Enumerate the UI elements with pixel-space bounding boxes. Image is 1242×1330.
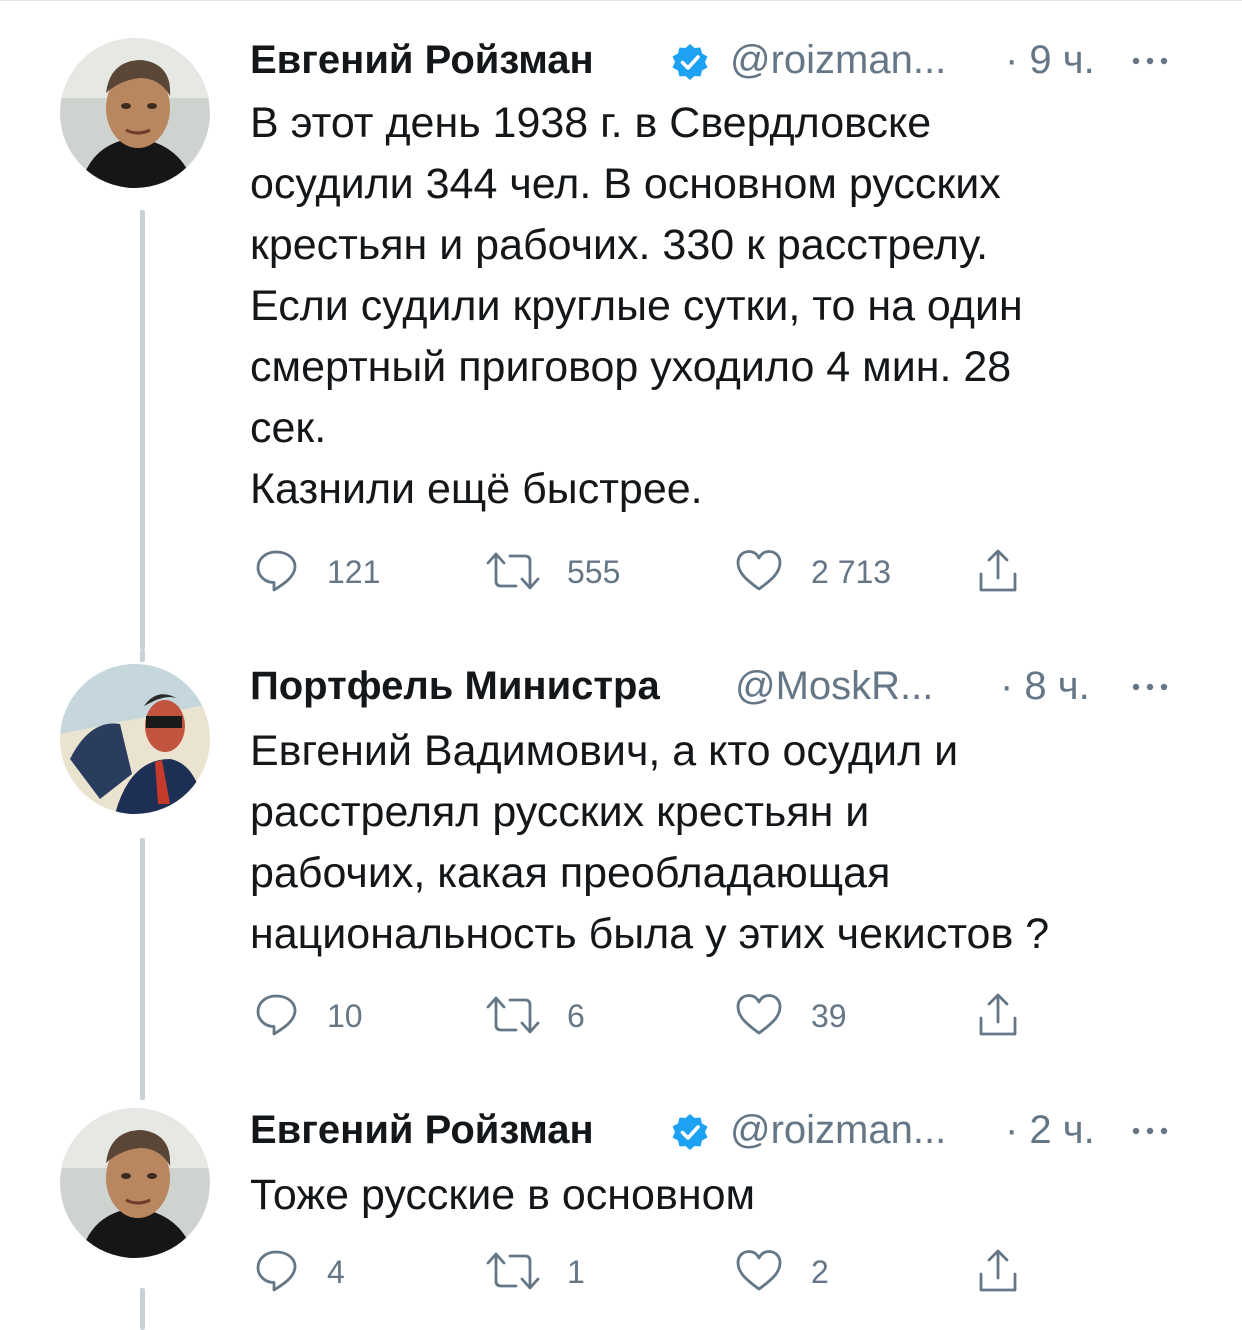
thread-line bbox=[140, 650, 145, 662]
tweet-text: Евгений Вадимович, а кто осудил и расстр… bbox=[250, 727, 1050, 958]
tweet-header: Евгений Ройзман @roizman... · 2 ч. bbox=[250, 1108, 1200, 1168]
display-name[interactable]: Евгений Ройзман bbox=[250, 38, 594, 83]
thread-line bbox=[140, 838, 145, 1100]
retweet-icon bbox=[486, 1252, 540, 1290]
retweet-button[interactable]: 555 bbox=[485, 548, 645, 598]
more-icon[interactable] bbox=[1125, 1116, 1175, 1146]
retweet-count: 6 bbox=[567, 998, 585, 1034]
thread-line bbox=[140, 1288, 145, 1330]
verified-badge-icon bbox=[672, 1114, 708, 1150]
tweet[interactable]: Евгений Ройзман @roizman... · 9 ч. В это… bbox=[0, 0, 1242, 650]
timestamp[interactable]: · 2 ч. bbox=[1005, 1108, 1095, 1153]
like-button[interactable]: 39 bbox=[735, 992, 905, 1042]
share-button[interactable] bbox=[975, 1248, 1025, 1298]
user-handle[interactable]: @roizman... bbox=[730, 38, 946, 83]
avatar[interactable] bbox=[60, 664, 210, 814]
reply-button[interactable]: 121 bbox=[255, 548, 395, 598]
reply-icon bbox=[256, 1250, 297, 1292]
retweet-count: 555 bbox=[567, 554, 621, 590]
more-icon[interactable] bbox=[1125, 672, 1175, 702]
reply-count: 4 bbox=[327, 1254, 345, 1290]
heart-icon bbox=[736, 1250, 782, 1291]
tweet-actions: 4 1 2 bbox=[250, 1248, 1200, 1298]
retweet-count: 1 bbox=[567, 1254, 585, 1290]
tweet[interactable]: Портфель Министра @MoskR... · 8 ч. Евген… bbox=[0, 650, 1242, 1100]
more-icon[interactable] bbox=[1125, 46, 1175, 76]
user-handle[interactable]: @roizman... bbox=[730, 1108, 946, 1153]
avatar[interactable] bbox=[60, 1108, 210, 1258]
share-icon bbox=[979, 993, 1017, 1036]
user-handle[interactable]: @MoskR... bbox=[735, 664, 933, 709]
reply-button[interactable]: 4 bbox=[255, 1248, 395, 1298]
display-name[interactable]: Евгений Ройзман bbox=[250, 1108, 594, 1153]
like-button[interactable]: 2 bbox=[735, 1248, 905, 1298]
share-button[interactable] bbox=[975, 548, 1025, 598]
tweet[interactable]: Евгений Ройзман @roizman... · 2 ч. Тоже … bbox=[0, 1100, 1242, 1330]
reply-icon bbox=[256, 550, 297, 592]
share-button[interactable] bbox=[975, 992, 1025, 1042]
retweet-button[interactable]: 6 bbox=[485, 992, 645, 1042]
tweet-header: Евгений Ройзман @roizman... · 9 ч. bbox=[250, 38, 1200, 98]
timestamp[interactable]: · 9 ч. bbox=[1005, 38, 1095, 83]
retweet-button[interactable]: 1 bbox=[485, 1248, 645, 1298]
reply-button[interactable]: 10 bbox=[255, 992, 395, 1042]
verified-badge-icon bbox=[672, 44, 708, 80]
timestamp[interactable]: · 8 ч. bbox=[1000, 664, 1090, 709]
tweet-header: Портфель Министра @MoskR... · 8 ч. bbox=[250, 664, 1200, 724]
like-count: 39 bbox=[811, 998, 847, 1034]
display-name[interactable]: Портфель Министра bbox=[250, 664, 660, 709]
tweet-text: В этот день 1938 г. в Свердловске осудил… bbox=[250, 99, 1023, 513]
thread-line bbox=[140, 210, 145, 650]
like-count: 2 713 bbox=[811, 554, 892, 590]
retweet-icon bbox=[486, 552, 540, 590]
share-icon bbox=[979, 1249, 1017, 1292]
heart-icon bbox=[736, 550, 782, 591]
reply-icon bbox=[256, 994, 297, 1036]
reply-count: 10 bbox=[327, 998, 363, 1034]
heart-icon bbox=[736, 994, 782, 1035]
tweet-actions: 10 6 39 bbox=[250, 992, 1200, 1042]
tweet-text: Тоже русские в основном bbox=[250, 1171, 756, 1219]
like-count: 2 bbox=[811, 1254, 829, 1290]
avatar[interactable] bbox=[60, 38, 210, 188]
like-button[interactable]: 2 713 bbox=[735, 548, 905, 598]
share-icon bbox=[979, 549, 1017, 592]
reply-count: 121 bbox=[327, 554, 381, 590]
tweet-actions: 121 555 2 713 bbox=[250, 548, 1200, 598]
retweet-icon bbox=[486, 996, 540, 1034]
